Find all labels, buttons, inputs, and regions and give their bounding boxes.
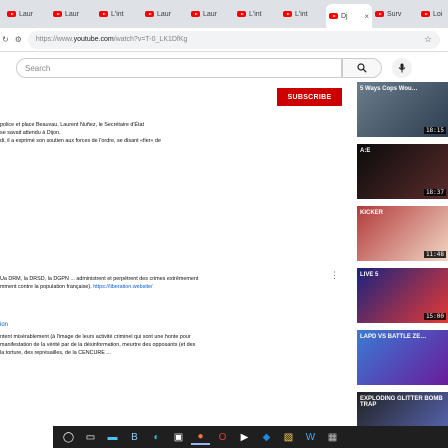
reload-icon[interactable]: ↻ xyxy=(2,35,9,44)
description-line: se savait attendu à Dijon. xyxy=(0,130,61,136)
related-video-thumbnail[interactable]: A:E 18:37 xyxy=(357,144,448,199)
browser-tab[interactable]: Laur xyxy=(188,4,234,24)
browser-tab-strip: Laur Laur L'int Laur Laur L'int L'int Dj × Surv Lo… xyxy=(0,0,448,28)
thumbnail-overlay-text: KICKER xyxy=(360,210,384,216)
description-line: Ua DRM, la DRSD, la DGPN ... administren… xyxy=(0,276,199,282)
browser-tab[interactable]: Surv xyxy=(372,4,418,24)
browser-tab[interactable]: Laur xyxy=(50,4,96,24)
youtube-favicon-icon xyxy=(237,11,246,17)
description-link[interactable]: https://liberation.website/ xyxy=(93,284,152,290)
related-video-thumbnail[interactable]: 5 Ways Cops Wou… 18:15 xyxy=(357,82,448,137)
play-icon[interactable]: ▶ xyxy=(235,429,254,445)
tab-title: Loi xyxy=(433,10,443,18)
thumbnail-overlay-text: 5 Ways Cops Wou… xyxy=(360,86,418,92)
tab-title: Laur xyxy=(19,10,34,18)
dropbox-icon[interactable]: ◆ xyxy=(257,429,276,445)
related-video-thumbnail[interactable]: LAPD VS BATTLE ZE… xyxy=(357,330,448,385)
thumbnail-overlay-text: A:E xyxy=(360,148,371,154)
thumbnail-overlay-text: EXPLODING GLITTER BOMB TRAP xyxy=(360,396,443,408)
browser-toolbar: ↻ ⚙ https://www.youtube.com/watch?v=T-0_… xyxy=(0,28,448,52)
youtube-favicon-icon xyxy=(145,11,154,17)
youtube-favicon-icon xyxy=(53,11,62,17)
description-text: mment contre la population française). xyxy=(0,284,94,290)
tab-title: Laur xyxy=(203,10,218,18)
description-section-link[interactable]: ion xyxy=(0,322,8,328)
browser-tab[interactable]: Loi xyxy=(418,4,448,24)
youtube-favicon-icon xyxy=(99,11,108,17)
description-line: police et place Beauvau, Laurent Nuñez, … xyxy=(0,122,144,128)
tab-title: L'int xyxy=(111,10,124,18)
url-path: /watch?v=T-0_LK1DfKg xyxy=(113,36,188,43)
thumbnail-overlay-text: LAPD VS BATTLE ZE… xyxy=(360,334,427,340)
browser-tab[interactable]: L'int xyxy=(234,4,280,24)
voice-search-button[interactable] xyxy=(392,58,412,78)
thumbnail-overlay-text: LIVE 5 xyxy=(360,272,379,278)
close-tab-icon[interactable]: × xyxy=(364,12,369,21)
related-video-thumbnail[interactable]: KICKER 11:48 xyxy=(357,206,448,261)
firefox-icon[interactable]: ● xyxy=(191,429,210,445)
youtube-favicon-icon xyxy=(7,11,16,17)
app-icon[interactable]: B xyxy=(125,429,144,445)
browser-tab[interactable]: Laur xyxy=(4,4,50,24)
tab-title: L'int xyxy=(295,10,308,18)
tab-title: Laur xyxy=(157,10,172,18)
tab-title: Dj xyxy=(341,12,348,20)
tab-title: Surv xyxy=(387,10,402,18)
word-icon[interactable]: W xyxy=(301,429,320,445)
os-taskbar: ◯ ▭ ▬ B ◐ ▣ ● O ▶ ◆ ▧ W ▦ xyxy=(53,426,448,448)
youtube-favicon-icon xyxy=(375,11,384,17)
description-line: manifestation de la vérité par de la dés… xyxy=(0,342,196,348)
description-line: ntent misérablement (à l'image de leurs … xyxy=(0,334,191,340)
misc-icon[interactable]: ▦ xyxy=(323,429,342,445)
file-explorer-icon[interactable]: ▬ xyxy=(103,429,122,445)
url-scheme: https://www. xyxy=(35,36,74,43)
bookmark-star-icon[interactable]: ☆ xyxy=(424,34,432,45)
browser-tab[interactable]: L'int xyxy=(280,4,326,24)
description-line: mment contre la population française). h… xyxy=(0,283,153,291)
more-actions-icon[interactable]: ⋮ xyxy=(330,270,339,281)
search-input[interactable]: Search xyxy=(16,58,342,78)
url-host: youtube.com xyxy=(73,36,114,43)
task-view-icon[interactable]: ▭ xyxy=(81,429,100,445)
youtube-favicon-icon xyxy=(329,13,338,19)
description-line: di, il a exprimé son soutien aux forces … xyxy=(0,138,162,144)
tab-title: Laur xyxy=(65,10,80,18)
opera-icon[interactable]: O xyxy=(213,429,232,445)
search-button[interactable] xyxy=(342,58,382,78)
related-video-thumbnail[interactable]: LIVE 5 15:00 xyxy=(357,268,448,323)
site-settings-icon[interactable]: ⚙ xyxy=(15,35,22,44)
search-placeholder: Search xyxy=(25,63,51,73)
photos-icon[interactable]: ▧ xyxy=(279,429,298,445)
description-line: la torture, des représailles, de la CENC… xyxy=(0,350,111,356)
address-bar[interactable]: https://www.youtube.com/watch?v=T-0_LK1D… xyxy=(27,30,440,49)
youtube-header: Search xyxy=(0,52,448,82)
video-duration-badge: 18:37 xyxy=(423,189,446,196)
tab-title: L'int xyxy=(249,10,262,18)
browser-tab[interactable]: Laur xyxy=(142,4,188,24)
video-duration-badge: 15:00 xyxy=(423,313,446,320)
edge-icon[interactable]: ◐ xyxy=(147,429,166,445)
start-icon[interactable]: ◯ xyxy=(59,429,78,445)
youtube-favicon-icon xyxy=(421,11,430,17)
video-duration-badge: 11:48 xyxy=(423,251,446,258)
browser-tab[interactable]: L'int xyxy=(96,4,142,24)
subscribe-button[interactable]: SUBSCRIBE xyxy=(277,88,342,106)
browser-tab[interactable]: Dj × xyxy=(326,4,372,28)
store-icon[interactable]: ▣ xyxy=(169,429,188,445)
youtube-favicon-icon xyxy=(191,11,200,17)
youtube-favicon-icon xyxy=(283,11,292,17)
microphone-icon xyxy=(398,63,406,73)
search-icon xyxy=(357,63,367,73)
video-duration-badge: 18:15 xyxy=(423,127,446,134)
